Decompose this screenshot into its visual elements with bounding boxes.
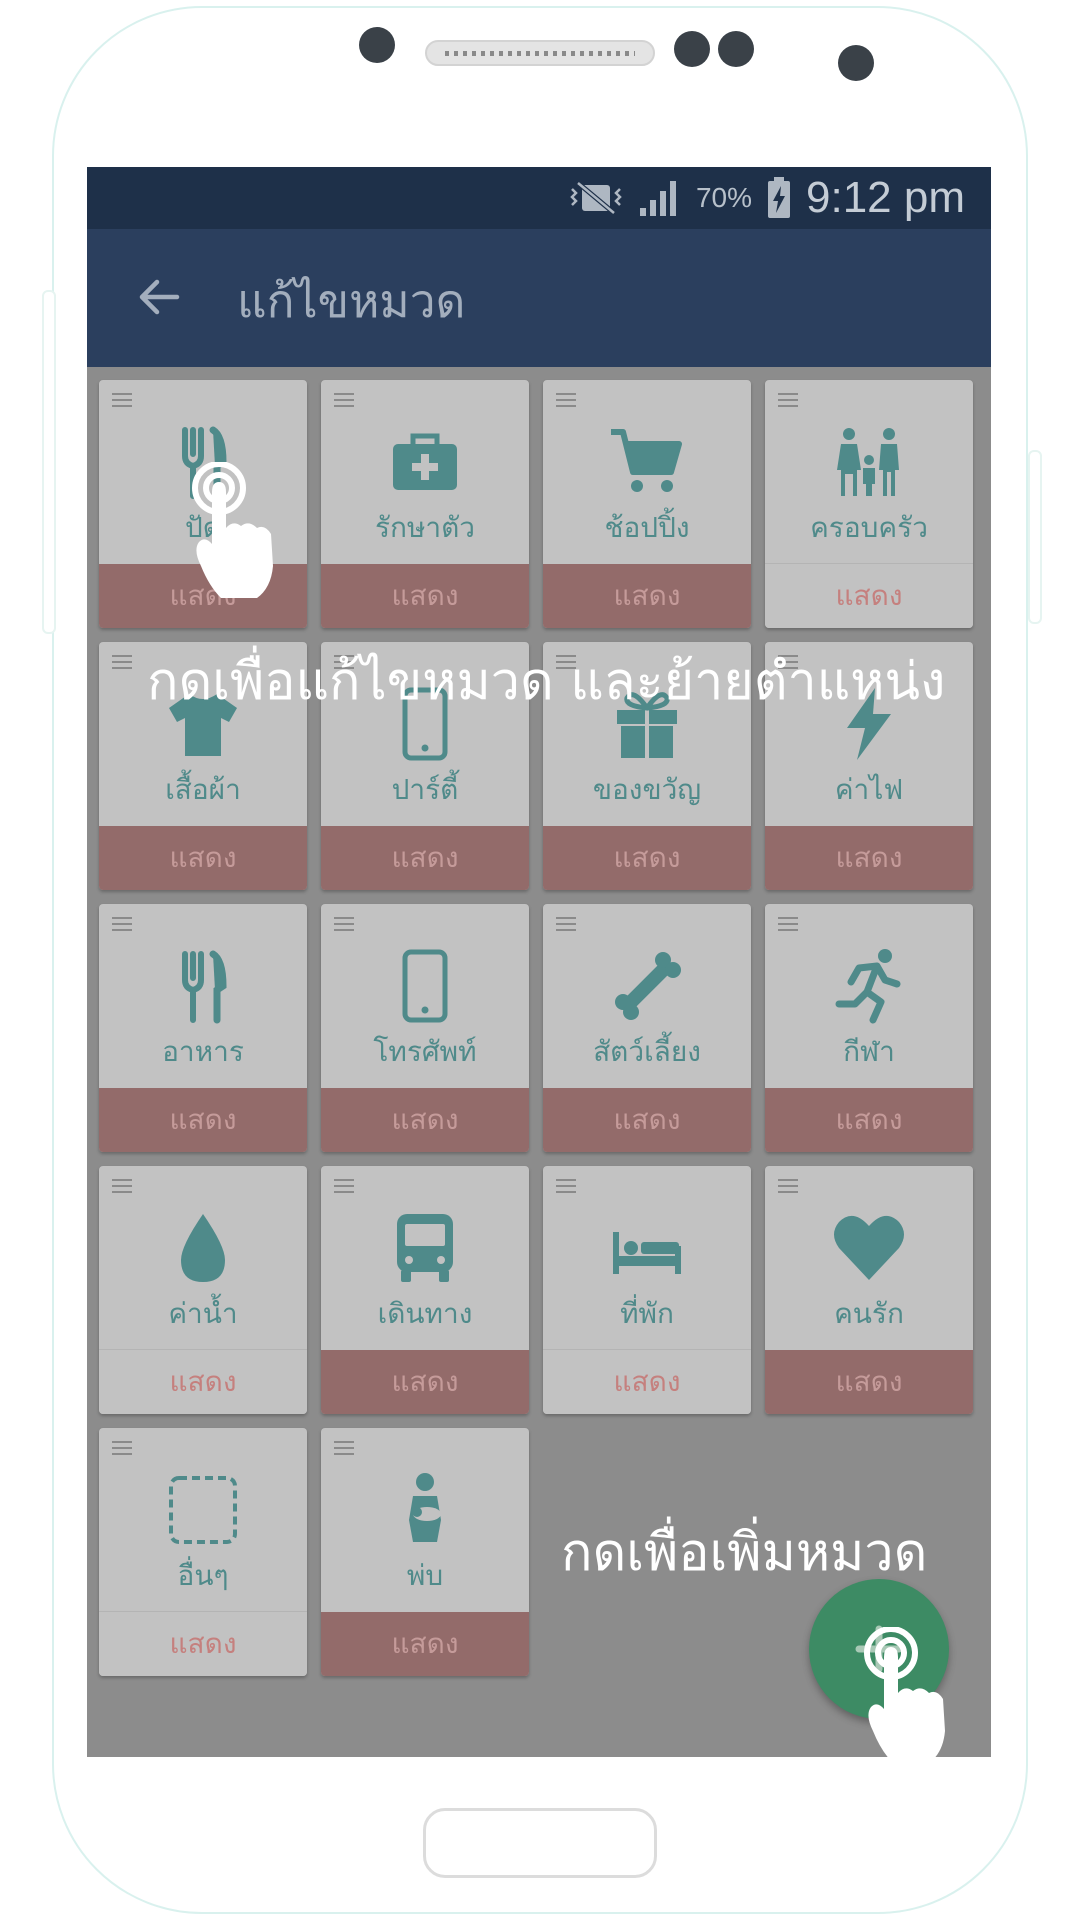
- bone-icon: [615, 952, 681, 1020]
- drag-handle-icon[interactable]: [777, 1178, 799, 1194]
- drag-handle-icon[interactable]: [111, 392, 133, 408]
- dashed-square-icon: [169, 1476, 237, 1544]
- shopping-cart-icon: [611, 429, 682, 492]
- bed-icon: [613, 1232, 681, 1274]
- category-card[interactable]: ที่พัก แสดง: [543, 1166, 751, 1414]
- vibrate-mute-icon: [570, 181, 622, 215]
- category-label: พ่บ: [406, 1559, 444, 1592]
- water-drop-icon: [181, 1214, 225, 1282]
- show-toggle-button[interactable]: แสดง: [765, 1350, 973, 1414]
- category-label: โทรศัพท์: [373, 1035, 477, 1068]
- category-label: อาหาร: [162, 1035, 244, 1068]
- show-toggle-button[interactable]: แสดง: [321, 1088, 529, 1152]
- category-card[interactable]: อื่นๆ แสดง: [99, 1428, 307, 1676]
- show-toggle-button[interactable]: แสดง: [765, 563, 973, 628]
- category-card[interactable]: รักษาตัว แสดง: [321, 380, 529, 628]
- show-toggle-button[interactable]: แสดง: [543, 1088, 751, 1152]
- drag-handle-icon[interactable]: [555, 1178, 577, 1194]
- front-camera-lens: [838, 45, 874, 81]
- proximity-sensor: [674, 31, 710, 67]
- signal-icon: [639, 181, 676, 216]
- drag-handle-icon[interactable]: [333, 392, 355, 408]
- status-bar: 70% 9:12 pm: [87, 167, 991, 229]
- show-toggle-button[interactable]: แสดง: [543, 1349, 751, 1414]
- show-toggle-button[interactable]: แสดง: [321, 564, 529, 628]
- show-toggle-button[interactable]: แสดง: [543, 564, 751, 628]
- show-toggle-button[interactable]: แสดง: [543, 826, 751, 890]
- category-label: สัตว์เลี้ยง: [593, 1035, 701, 1068]
- medical-kit-icon: [393, 433, 457, 490]
- category-card[interactable]: สัตว์เลี้ยง แสดง: [543, 904, 751, 1152]
- show-toggle-button[interactable]: แสดง: [99, 1088, 307, 1152]
- family-icon: [837, 428, 899, 496]
- category-card[interactable]: คนรัก แสดง: [765, 1166, 973, 1414]
- app-screen: 70% 9:12 pm แก้ไขหมวด ปัด แสดง รักษาตัว …: [87, 167, 991, 1757]
- front-camera: [359, 27, 395, 63]
- clock: 9:12 pm: [806, 173, 965, 222]
- show-toggle-button[interactable]: แสดง: [99, 826, 307, 890]
- earpiece-speaker: [425, 40, 655, 66]
- category-label: ปาร์ตี้: [391, 773, 459, 806]
- drag-handle-icon[interactable]: [111, 916, 133, 932]
- show-toggle-button[interactable]: แสดง: [765, 826, 973, 890]
- mobile-phone-icon: [402, 949, 448, 1023]
- category-label: กีฬา: [843, 1035, 895, 1068]
- category-label: เสื้อผ้า: [165, 773, 241, 806]
- page-title: แก้ไขหมวด: [237, 274, 466, 328]
- drag-handle-icon[interactable]: [777, 392, 799, 408]
- category-card[interactable]: ครอบครัว แสดง: [765, 380, 973, 628]
- category-label: ครอบครัว: [810, 511, 928, 544]
- bus-icon: [397, 1214, 453, 1282]
- heart-icon: [834, 1215, 904, 1280]
- category-card[interactable]: โทรศัพท์ แสดง: [321, 904, 529, 1152]
- show-toggle-button[interactable]: แสดง: [99, 1611, 307, 1676]
- show-toggle-button[interactable]: แสดง: [765, 1088, 973, 1152]
- category-label: ของขวัญ: [592, 773, 702, 806]
- drag-handle-icon[interactable]: [333, 916, 355, 932]
- category-label: อื่นๆ: [177, 1559, 229, 1592]
- edit-hint-text: กดเพื่อแก้ไขหมวด และย้ายตำแหน่ง: [147, 652, 946, 712]
- drag-handle-icon[interactable]: [555, 916, 577, 932]
- drag-handle-icon[interactable]: [333, 1178, 355, 1194]
- category-label: รักษาตัว: [374, 511, 476, 544]
- drag-handle-icon[interactable]: [111, 654, 133, 670]
- drag-handle-icon[interactable]: [111, 1178, 133, 1194]
- battery-percent: 70%: [695, 182, 753, 213]
- back-arrow-icon[interactable]: [135, 273, 183, 321]
- show-toggle-button[interactable]: แสดง: [321, 1612, 529, 1676]
- category-card[interactable]: เดินทาง แสดง: [321, 1166, 529, 1414]
- category-card[interactable]: ค่าน้ำ แสดง: [99, 1166, 307, 1414]
- drag-handle-icon[interactable]: [555, 392, 577, 408]
- category-label: คนรัก: [834, 1297, 904, 1330]
- tap-hand-icon: [192, 462, 273, 598]
- category-card[interactable]: พ่บ แสดง: [321, 1428, 529, 1676]
- category-card[interactable]: ช้อปปิ้ง แสดง: [543, 380, 751, 628]
- mother-baby-icon: [409, 1473, 441, 1542]
- drag-handle-icon[interactable]: [111, 1440, 133, 1456]
- category-card[interactable]: อาหาร แสดง: [99, 904, 307, 1152]
- drag-handle-icon[interactable]: [777, 916, 799, 932]
- phone-side-button-left: [42, 290, 56, 634]
- category-label: ช้อปปิ้ง: [604, 511, 690, 544]
- drag-handle-icon[interactable]: [333, 1440, 355, 1456]
- category-label: เดินทาง: [377, 1297, 473, 1330]
- category-label: ค่าไฟ: [834, 773, 904, 806]
- tap-hand-icon-fab: [864, 1627, 945, 1757]
- phone-side-button-right: [1028, 450, 1042, 624]
- fork-knife-icon: [182, 950, 227, 1024]
- category-label: ที่พัก: [620, 1297, 674, 1330]
- show-toggle-button[interactable]: แสดง: [99, 1349, 307, 1414]
- show-toggle-button[interactable]: แสดง: [321, 826, 529, 890]
- battery-charging-icon: [768, 177, 791, 218]
- show-toggle-button[interactable]: แสดง: [321, 1350, 529, 1414]
- home-button[interactable]: [423, 1808, 657, 1878]
- category-card[interactable]: กีฬา แสดง: [765, 904, 973, 1152]
- running-icon: [835, 949, 901, 1024]
- light-sensor: [718, 31, 754, 67]
- app-bar: แก้ไขหมวด: [87, 229, 991, 367]
- category-label: ค่าน้ำ: [168, 1297, 238, 1330]
